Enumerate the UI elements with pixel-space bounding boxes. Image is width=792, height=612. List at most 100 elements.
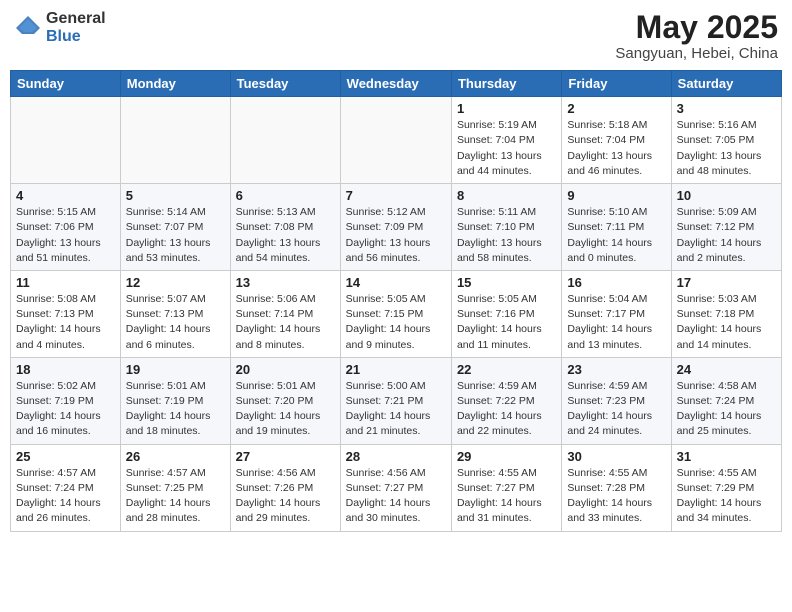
day-info: Sunrise: 4:56 AMSunset: 7:27 PMDaylight:…: [346, 466, 446, 527]
day-number: 24: [677, 362, 776, 377]
day-number: 27: [236, 449, 335, 464]
day-number: 3: [677, 101, 776, 116]
day-info: Sunrise: 4:58 AMSunset: 7:24 PMDaylight:…: [677, 379, 776, 440]
day-number: 11: [16, 275, 115, 290]
weekday-header-monday: Monday: [120, 71, 230, 97]
calendar-cell: 23Sunrise: 4:59 AMSunset: 7:23 PMDayligh…: [562, 357, 671, 444]
day-number: 25: [16, 449, 115, 464]
calendar-cell: 11 Sunrise: 5:08 AMSunset: 7:13 PMDayligh…: [11, 270, 121, 357]
weekday-header-tuesday: Tuesday: [230, 71, 340, 97]
logo-general-text: General: [46, 10, 106, 28]
day-number: 7: [346, 188, 446, 203]
day-info: Sunrise: 5:09 AMSunset: 7:12 PMDaylight:…: [677, 205, 776, 266]
weekday-header-thursday: Thursday: [451, 71, 561, 97]
calendar-cell: 28Sunrise: 4:56 AMSunset: 7:27 PMDayligh…: [340, 444, 451, 531]
day-info: Sunrise: 5:14 AMSunset: 7:07 PMDaylight:…: [126, 205, 225, 266]
page-header: General Blue May 2025 Sangyuan, Hebei, C…: [10, 10, 782, 62]
day-info: Sunrise: 4:59 AMSunset: 7:22 PMDaylight:…: [457, 379, 556, 440]
day-info: Sunrise: 5:00 AMSunset: 7:21 PMDaylight:…: [346, 379, 446, 440]
calendar-cell: 22Sunrise: 4:59 AMSunset: 7:22 PMDayligh…: [451, 357, 561, 444]
day-number: 30: [567, 449, 665, 464]
day-info: Sunrise: 5:02 AMSunset: 7:19 PMDaylight:…: [16, 379, 115, 440]
day-number: 29: [457, 449, 556, 464]
calendar-cell: 26 Sunrise: 4:57 AMSunset: 7:25 PMDayligh…: [120, 444, 230, 531]
calendar-cell: 6 Sunrise: 5:13 AMSunset: 7:08 PMDaylight…: [230, 184, 340, 271]
day-number: 5: [126, 188, 225, 203]
day-number: 12: [126, 275, 225, 290]
day-info: Sunrise: 5:04 AMSunset: 7:17 PMDaylight:…: [567, 292, 665, 353]
calendar-cell: 21 Sunrise: 5:00 AMSunset: 7:21 PMDayligh…: [340, 357, 451, 444]
calendar-cell: 9Sunrise: 5:10 AMSunset: 7:11 PMDaylight…: [562, 184, 671, 271]
calendar-cell: 1 Sunrise: 5:19 AMSunset: 7:04 PMDaylight…: [451, 97, 561, 184]
day-info: Sunrise: 4:55 AMSunset: 7:29 PMDaylight:…: [677, 466, 776, 527]
logo-icon: [14, 14, 42, 42]
day-number: 15: [457, 275, 556, 290]
day-info: Sunrise: 5:15 AMSunset: 7:06 PMDaylight:…: [16, 205, 115, 266]
calendar-cell: 3 Sunrise: 5:16 AMSunset: 7:05 PMDaylight…: [671, 97, 781, 184]
day-info: Sunrise: 5:12 AMSunset: 7:09 PMDaylight:…: [346, 205, 446, 266]
day-number: 6: [236, 188, 335, 203]
day-info: Sunrise: 4:57 AMSunset: 7:24 PMDaylight:…: [16, 466, 115, 527]
calendar-week-row: 1 Sunrise: 5:19 AMSunset: 7:04 PMDaylight…: [11, 97, 782, 184]
calendar-cell: 18 Sunrise: 5:02 AMSunset: 7:19 PMDayligh…: [11, 357, 121, 444]
calendar-cell: 13 Sunrise: 5:06 AMSunset: 7:14 PMDayligh…: [230, 270, 340, 357]
calendar-cell: 17 Sunrise: 5:03 AMSunset: 7:18 PMDayligh…: [671, 270, 781, 357]
day-number: 9: [567, 188, 665, 203]
calendar-table: SundayMondayTuesdayWednesdayThursdayFrid…: [10, 70, 782, 531]
day-info: Sunrise: 4:56 AMSunset: 7:26 PMDaylight:…: [236, 466, 335, 527]
day-info: Sunrise: 5:16 AMSunset: 7:05 PMDaylight:…: [677, 118, 776, 179]
day-info: Sunrise: 5:06 AMSunset: 7:14 PMDaylight:…: [236, 292, 335, 353]
day-info: Sunrise: 5:05 AMSunset: 7:16 PMDaylight:…: [457, 292, 556, 353]
day-number: 23: [567, 362, 665, 377]
day-info: Sunrise: 5:07 AMSunset: 7:13 PMDaylight:…: [126, 292, 225, 353]
day-info: Sunrise: 5:13 AMSunset: 7:08 PMDaylight:…: [236, 205, 335, 266]
day-number: 4: [16, 188, 115, 203]
day-info: Sunrise: 5:18 AMSunset: 7:04 PMDaylight:…: [567, 118, 665, 179]
day-number: 26: [126, 449, 225, 464]
logo-blue-text: Blue: [46, 28, 106, 46]
day-info: Sunrise: 4:55 AMSunset: 7:27 PMDaylight:…: [457, 466, 556, 527]
calendar-week-row: 25 Sunrise: 4:57 AMSunset: 7:24 PMDayligh…: [11, 444, 782, 531]
weekday-header-wednesday: Wednesday: [340, 71, 451, 97]
day-number: 8: [457, 188, 556, 203]
weekday-header-sunday: Sunday: [11, 71, 121, 97]
day-info: Sunrise: 5:03 AMSunset: 7:18 PMDaylight:…: [677, 292, 776, 353]
day-number: 18: [16, 362, 115, 377]
location-title: Sangyuan, Hebei, China: [615, 45, 778, 62]
calendar-cell: 27 Sunrise: 4:56 AMSunset: 7:26 PMDayligh…: [230, 444, 340, 531]
day-info: Sunrise: 5:19 AMSunset: 7:04 PMDaylight:…: [457, 118, 556, 179]
title-block: May 2025 Sangyuan, Hebei, China: [615, 10, 778, 62]
calendar-cell: [11, 97, 121, 184]
calendar-cell: 4 Sunrise: 5:15 AMSunset: 7:06 PMDaylight…: [11, 184, 121, 271]
weekday-header-friday: Friday: [562, 71, 671, 97]
calendar-cell: 10 Sunrise: 5:09 AMSunset: 7:12 PMDayligh…: [671, 184, 781, 271]
calendar-cell: 7 Sunrise: 5:12 AMSunset: 7:09 PMDaylight…: [340, 184, 451, 271]
day-number: 2: [567, 101, 665, 116]
day-number: 13: [236, 275, 335, 290]
logo-text: General Blue: [46, 10, 106, 45]
day-info: Sunrise: 5:11 AMSunset: 7:10 PMDaylight:…: [457, 205, 556, 266]
calendar-cell: 31Sunrise: 4:55 AMSunset: 7:29 PMDayligh…: [671, 444, 781, 531]
calendar-cell: 16 Sunrise: 5:04 AMSunset: 7:17 PMDayligh…: [562, 270, 671, 357]
calendar-week-row: 11 Sunrise: 5:08 AMSunset: 7:13 PMDayligh…: [11, 270, 782, 357]
calendar-cell: 12 Sunrise: 5:07 AMSunset: 7:13 PMDayligh…: [120, 270, 230, 357]
calendar-cell: 8 Sunrise: 5:11 AMSunset: 7:10 PMDaylight…: [451, 184, 561, 271]
day-number: 1: [457, 101, 556, 116]
day-info: Sunrise: 4:57 AMSunset: 7:25 PMDaylight:…: [126, 466, 225, 527]
calendar-cell: 15 Sunrise: 5:05 AMSunset: 7:16 PMDayligh…: [451, 270, 561, 357]
calendar-week-row: 4 Sunrise: 5:15 AMSunset: 7:06 PMDaylight…: [11, 184, 782, 271]
calendar-cell: [230, 97, 340, 184]
logo: General Blue: [14, 10, 106, 45]
calendar-cell: [120, 97, 230, 184]
day-number: 16: [567, 275, 665, 290]
day-number: 21: [346, 362, 446, 377]
calendar-cell: 29 Sunrise: 4:55 AMSunset: 7:27 PMDayligh…: [451, 444, 561, 531]
day-info: Sunrise: 5:08 AMSunset: 7:13 PMDaylight:…: [16, 292, 115, 353]
day-number: 17: [677, 275, 776, 290]
day-number: 10: [677, 188, 776, 203]
day-info: Sunrise: 4:55 AMSunset: 7:28 PMDaylight:…: [567, 466, 665, 527]
day-info: Sunrise: 5:01 AMSunset: 7:19 PMDaylight:…: [126, 379, 225, 440]
day-number: 20: [236, 362, 335, 377]
weekday-header-row: SundayMondayTuesdayWednesdayThursdayFrid…: [11, 71, 782, 97]
day-number: 19: [126, 362, 225, 377]
